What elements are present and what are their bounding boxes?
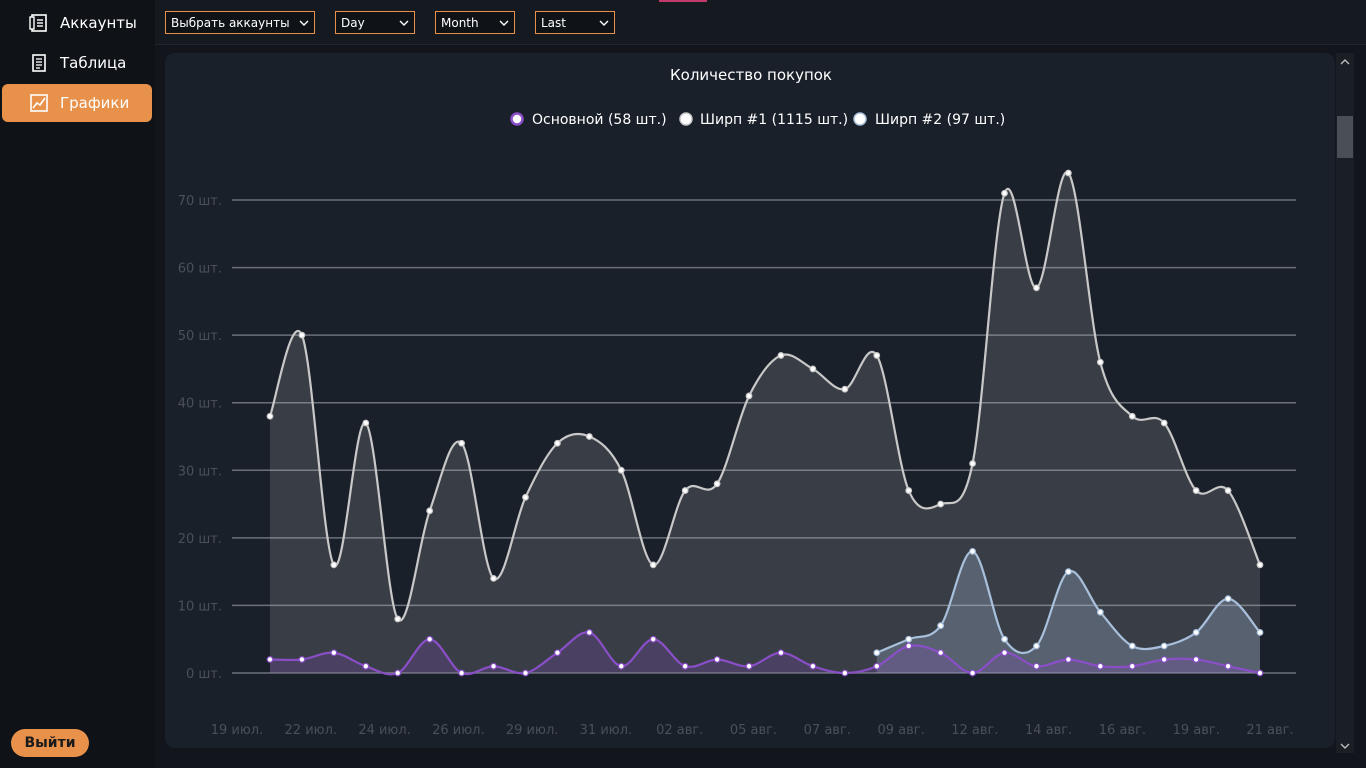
sidebar-item-label: Графики — [60, 94, 130, 112]
sidebar-item-charts[interactable]: Графики — [2, 84, 152, 122]
scroll-up-icon[interactable] — [1337, 55, 1353, 69]
scroll-down-icon[interactable] — [1337, 739, 1353, 753]
sidebar-item-table[interactable]: Таблица — [2, 44, 152, 82]
sidebar-item-accounts[interactable]: Аккаунты — [2, 4, 152, 42]
mode-select-value: Last — [541, 15, 566, 30]
chart-panel — [165, 53, 1335, 748]
mode-select[interactable]: Last — [535, 11, 615, 34]
vertical-scrollbar[interactable] — [1336, 53, 1354, 753]
range-select-value: Month — [441, 15, 479, 30]
chevron-down-icon — [299, 17, 309, 31]
chevron-down-icon — [499, 17, 509, 31]
accounts-icon — [28, 12, 50, 34]
sidebar: Аккаунты Таблица Графики Выйти — [0, 0, 155, 768]
chart-icon — [28, 92, 50, 114]
sidebar-item-label: Аккаунты — [60, 14, 137, 32]
scrollbar-thumb[interactable] — [1337, 116, 1353, 158]
range-select[interactable]: Month — [435, 11, 515, 34]
accounts-select-value: Выбрать аккаунты — [171, 15, 290, 30]
period-select-value: Day — [341, 15, 365, 30]
table-icon — [28, 52, 50, 74]
top-indicator — [659, 0, 707, 2]
chevron-down-icon — [599, 17, 609, 31]
logout-button[interactable]: Выйти — [11, 729, 89, 757]
chevron-down-icon — [399, 17, 409, 31]
period-select[interactable]: Day — [335, 11, 415, 34]
accounts-select[interactable]: Выбрать аккаунты — [165, 11, 315, 34]
sidebar-item-label: Таблица — [60, 54, 127, 72]
